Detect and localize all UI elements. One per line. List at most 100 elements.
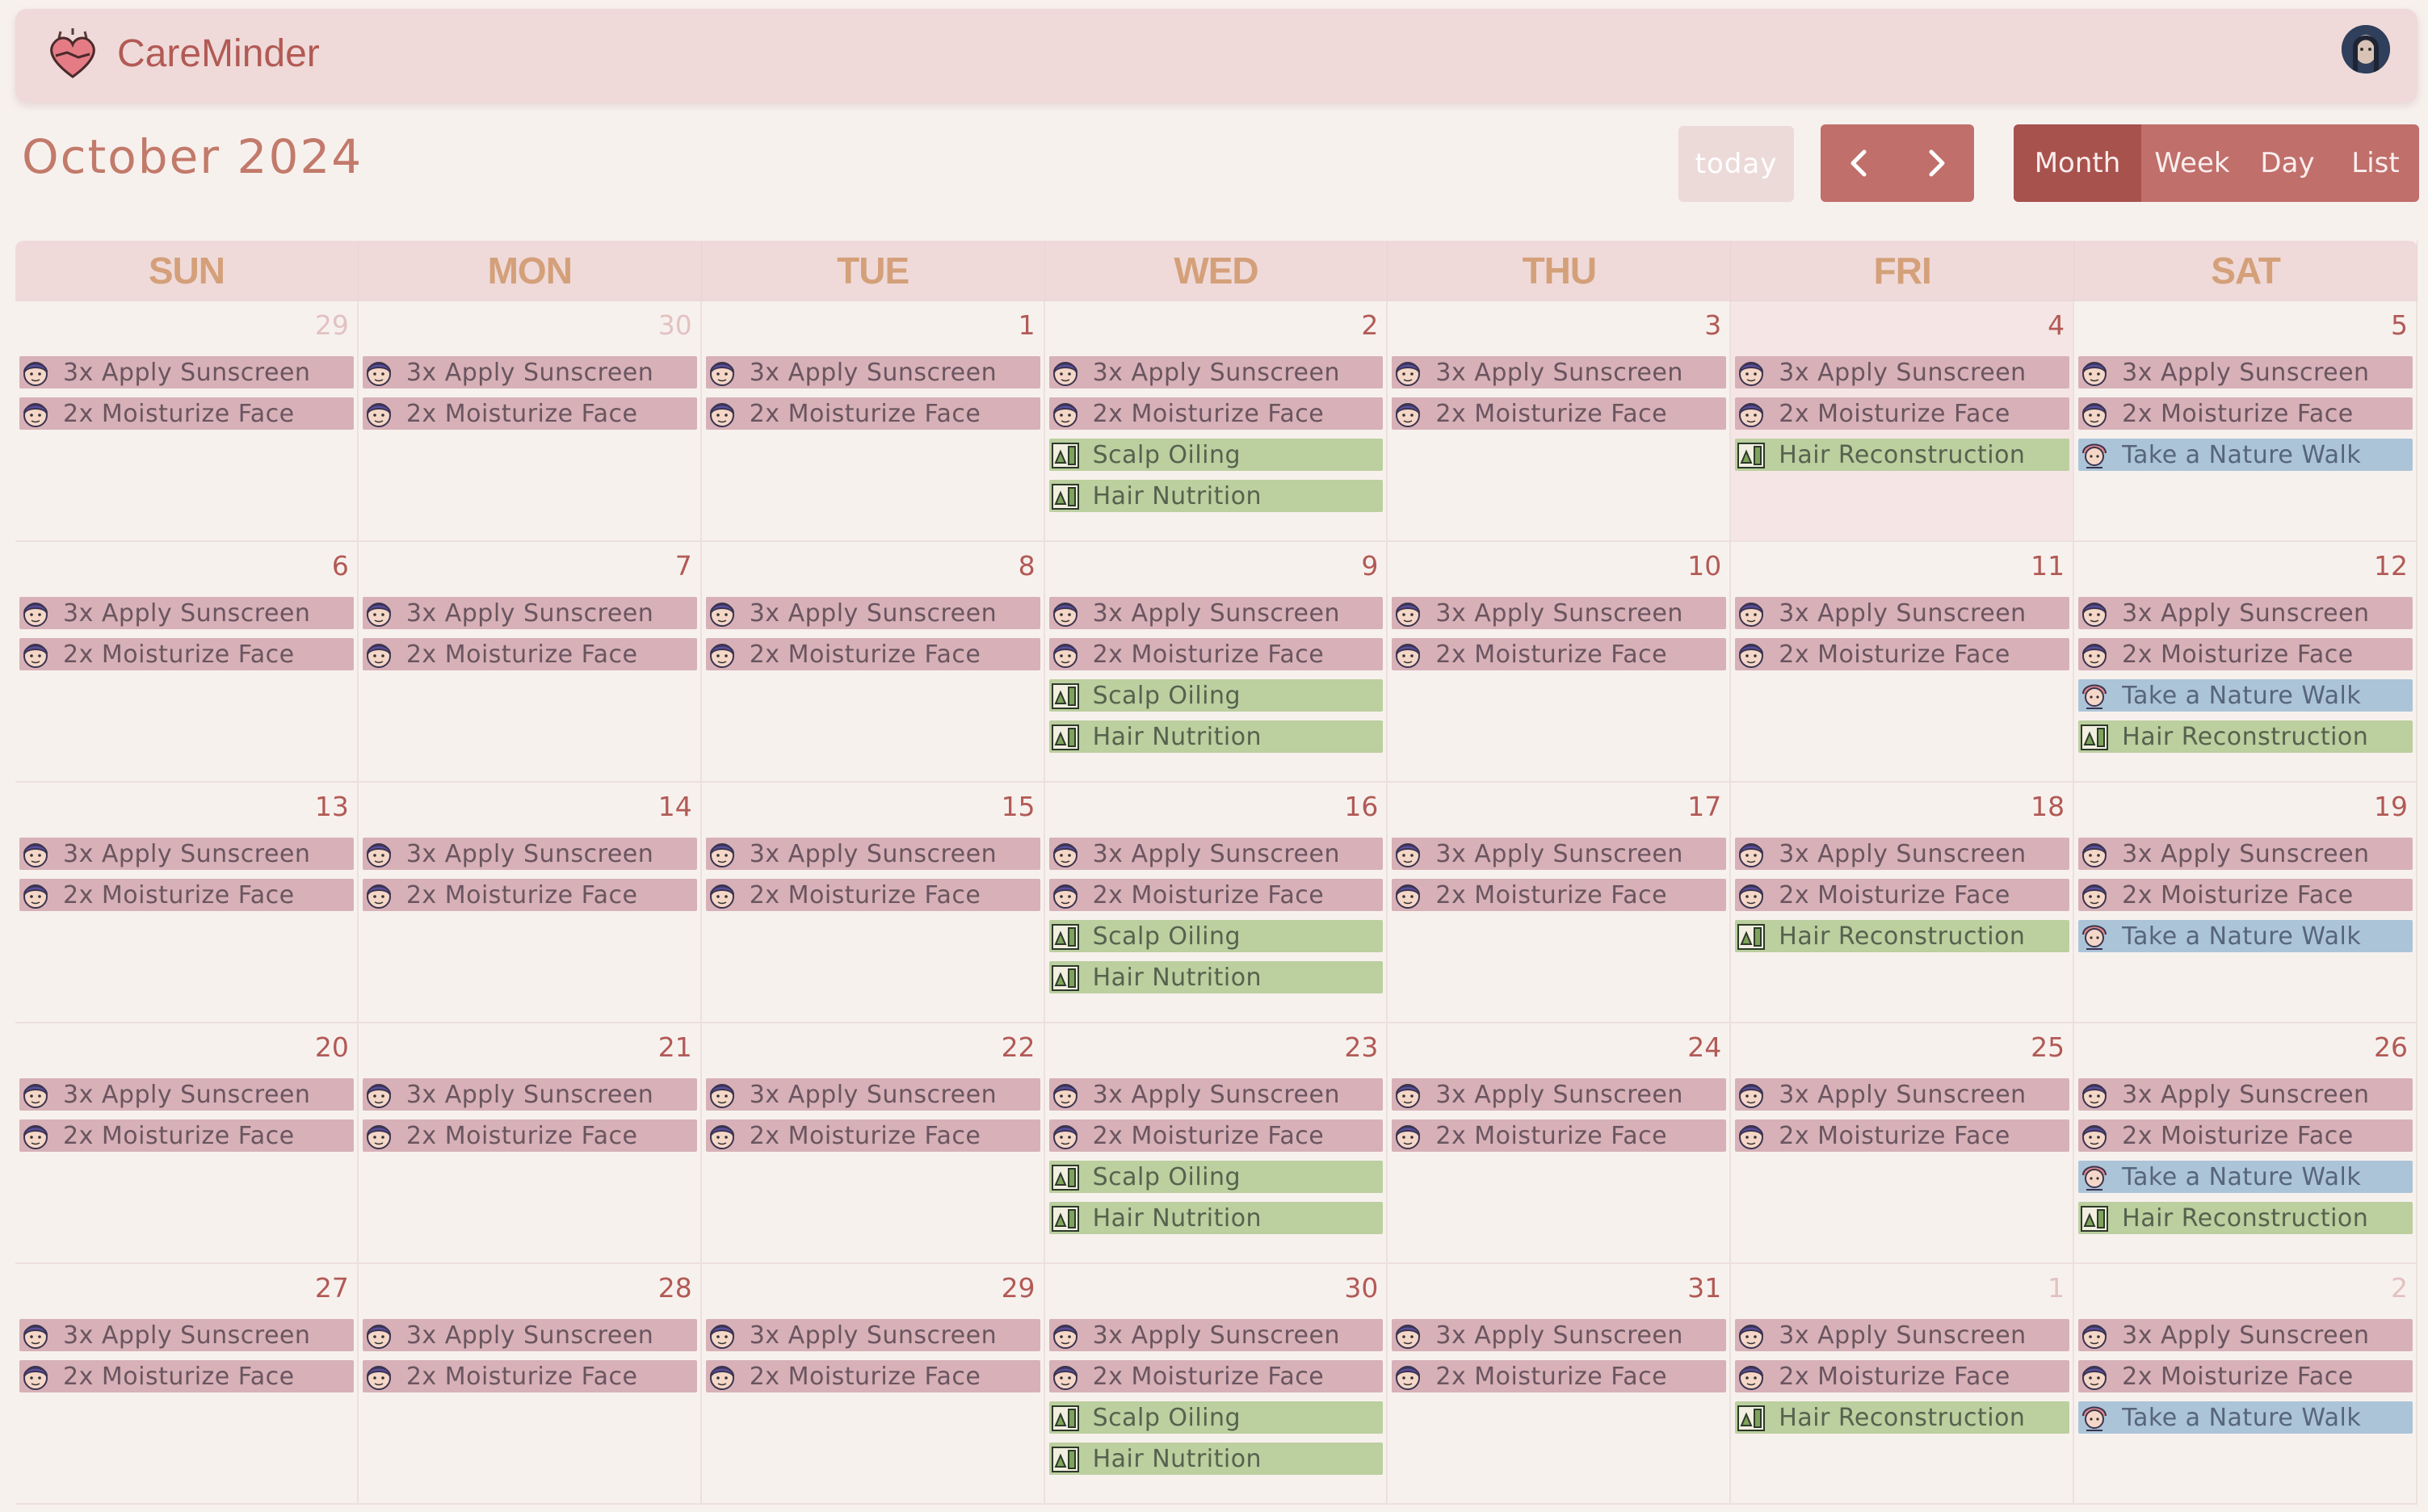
calendar-event[interactable]: 2x Moisturize Face: [1392, 1360, 1727, 1392]
day-cell[interactable]: 14 3x Apply Sunscreen 2x Moisturize Face: [358, 783, 702, 1023]
calendar-event[interactable]: 2x Moisturize Face: [705, 879, 1040, 911]
day-number[interactable]: 4: [2048, 309, 2065, 341]
calendar-event[interactable]: 3x Apply Sunscreen: [362, 1319, 697, 1351]
day-cell[interactable]: 15 3x Apply Sunscreen 2x Moisturize Face: [701, 783, 1045, 1023]
day-cell[interactable]: 6 3x Apply Sunscreen 2x Moisturize Face: [15, 542, 359, 783]
calendar-event[interactable]: 3x Apply Sunscreen: [2078, 838, 2413, 870]
calendar-event[interactable]: 3x Apply Sunscreen: [19, 1319, 354, 1351]
calendar-event[interactable]: 3x Apply Sunscreen: [19, 597, 354, 629]
day-number[interactable]: 8: [1019, 550, 1035, 582]
calendar-event[interactable]: 2x Moisturize Face: [362, 1360, 697, 1392]
day-cell[interactable]: 2 3x Apply Sunscreen 2x Moisturize Face Sca…: [1044, 301, 1388, 542]
day-number[interactable]: 24: [1687, 1031, 1721, 1063]
day-number[interactable]: 21: [658, 1031, 692, 1063]
calendar-event[interactable]: 3x Apply Sunscreen: [1048, 597, 1384, 629]
day-cell[interactable]: 9 3x Apply Sunscreen 2x Moisturize Face Sca…: [1044, 542, 1388, 783]
calendar-event[interactable]: 3x Apply Sunscreen: [1735, 597, 2070, 629]
day-cell[interactable]: 29 3x Apply Sunscreen 2x Moisturize Face: [15, 301, 359, 542]
day-cell[interactable]: 18 3x Apply Sunscreen 2x Moisturize Face Ha…: [1731, 783, 2075, 1023]
calendar-event[interactable]: 2x Moisturize Face: [362, 879, 697, 911]
day-cell[interactable]: 7 3x Apply Sunscreen 2x Moisturize Face: [358, 542, 702, 783]
calendar-event[interactable]: 2x Moisturize Face: [705, 1360, 1040, 1392]
calendar-event[interactable]: 2x Moisturize Face: [362, 397, 697, 430]
calendar-event[interactable]: Hair Nutrition: [1048, 1443, 1384, 1475]
calendar-event[interactable]: Take a Nature Walk: [2078, 1401, 2413, 1434]
calendar-event[interactable]: 3x Apply Sunscreen: [19, 1078, 354, 1111]
calendar-event[interactable]: 3x Apply Sunscreen: [1735, 1319, 2070, 1351]
day-number[interactable]: 20: [315, 1031, 349, 1063]
calendar-event[interactable]: Hair Reconstruction: [2078, 720, 2413, 753]
day-cell[interactable]: 29 3x Apply Sunscreen 2x Moisturize Face: [701, 1264, 1045, 1505]
day-number[interactable]: 5: [2391, 309, 2408, 341]
calendar-event[interactable]: Take a Nature Walk: [2078, 1161, 2413, 1193]
calendar-event[interactable]: 3x Apply Sunscreen: [705, 356, 1040, 388]
calendar-event[interactable]: 3x Apply Sunscreen: [1735, 356, 2070, 388]
day-cell[interactable]: 31 3x Apply Sunscreen 2x Moisturize Face: [1388, 1264, 1732, 1505]
calendar-event[interactable]: 2x Moisturize Face: [1735, 397, 2070, 430]
day-cell[interactable]: 5 3x Apply Sunscreen 2x Moisturize Face Tak…: [2074, 301, 2417, 542]
day-number[interactable]: 28: [658, 1272, 692, 1304]
calendar-event[interactable]: 3x Apply Sunscreen: [362, 597, 697, 629]
calendar-event[interactable]: 2x Moisturize Face: [1735, 879, 2070, 911]
day-number[interactable]: 3: [1704, 309, 1721, 341]
day-cell[interactable]: 8 3x Apply Sunscreen 2x Moisturize Face: [701, 542, 1045, 783]
day-cell[interactable]: 30 3x Apply Sunscreen 2x Moisturize Face Sc…: [1044, 1264, 1388, 1505]
day-cell[interactable]: 3 3x Apply Sunscreen 2x Moisturize Face: [1388, 301, 1732, 542]
calendar-event[interactable]: Hair Reconstruction: [1735, 439, 2070, 471]
calendar-event[interactable]: 2x Moisturize Face: [1048, 638, 1384, 670]
calendar-event[interactable]: Hair Nutrition: [1048, 961, 1384, 993]
calendar-event[interactable]: 3x Apply Sunscreen: [705, 1078, 1040, 1111]
calendar-event[interactable]: 2x Moisturize Face: [1048, 397, 1384, 430]
day-cell[interactable]: 28 3x Apply Sunscreen 2x Moisturize Face: [358, 1264, 702, 1505]
day-number[interactable]: 30: [658, 309, 692, 341]
day-number[interactable]: 30: [1344, 1272, 1378, 1304]
calendar-event[interactable]: 2x Moisturize Face: [19, 879, 354, 911]
calendar-event[interactable]: 2x Moisturize Face: [2078, 1119, 2413, 1152]
calendar-event[interactable]: 2x Moisturize Face: [362, 1119, 697, 1152]
calendar-event[interactable]: 2x Moisturize Face: [705, 397, 1040, 430]
view-day-button[interactable]: Day: [2243, 124, 2332, 202]
day-number[interactable]: 26: [2374, 1031, 2408, 1063]
day-number[interactable]: 10: [1687, 550, 1721, 582]
day-number[interactable]: 23: [1344, 1031, 1378, 1063]
day-number[interactable]: 6: [332, 550, 349, 582]
calendar-event[interactable]: Scalp Oiling: [1048, 1161, 1384, 1193]
calendar-event[interactable]: Scalp Oiling: [1048, 679, 1384, 712]
calendar-event[interactable]: 3x Apply Sunscreen: [362, 356, 697, 388]
day-number[interactable]: 25: [2031, 1031, 2065, 1063]
calendar-event[interactable]: 2x Moisturize Face: [705, 1119, 1040, 1152]
calendar-event[interactable]: 3x Apply Sunscreen: [705, 1319, 1040, 1351]
day-cell[interactable]: 26 3x Apply Sunscreen 2x Moisturize Face Ta…: [2074, 1023, 2417, 1264]
day-cell[interactable]: 22 3x Apply Sunscreen 2x Moisturize Face: [701, 1023, 1045, 1264]
day-cell[interactable]: 1 3x Apply Sunscreen 2x Moisturize Face Hai…: [1731, 1264, 2075, 1505]
day-cell[interactable]: 4 3x Apply Sunscreen 2x Moisturize Face Hai…: [1731, 301, 2075, 542]
calendar-event[interactable]: 3x Apply Sunscreen: [1048, 1319, 1384, 1351]
app-title[interactable]: CareMinder: [117, 32, 320, 76]
calendar-event[interactable]: 3x Apply Sunscreen: [1048, 838, 1384, 870]
calendar-event[interactable]: 3x Apply Sunscreen: [1392, 1319, 1727, 1351]
calendar-event[interactable]: Hair Nutrition: [1048, 480, 1384, 512]
calendar-event[interactable]: Hair Reconstruction: [1735, 1401, 2070, 1434]
calendar-event[interactable]: 2x Moisturize Face: [1392, 638, 1727, 670]
day-number[interactable]: 29: [315, 309, 349, 341]
calendar-event[interactable]: 2x Moisturize Face: [19, 397, 354, 430]
day-number[interactable]: 12: [2374, 550, 2408, 582]
user-avatar[interactable]: [2342, 25, 2390, 74]
calendar-event[interactable]: 2x Moisturize Face: [1735, 1119, 2070, 1152]
calendar-event[interactable]: Hair Nutrition: [1048, 1202, 1384, 1234]
day-number[interactable]: 11: [2031, 550, 2065, 582]
day-number[interactable]: 18: [2031, 791, 2065, 822]
day-cell[interactable]: 16 3x Apply Sunscreen 2x Moisturize Face Sc…: [1044, 783, 1388, 1023]
calendar-event[interactable]: 2x Moisturize Face: [1048, 879, 1384, 911]
calendar-event[interactable]: 3x Apply Sunscreen: [1392, 838, 1727, 870]
day-number[interactable]: 1: [1019, 309, 1035, 341]
day-number[interactable]: 19: [2374, 791, 2408, 822]
day-number[interactable]: 1: [2048, 1272, 2065, 1304]
calendar-event[interactable]: 3x Apply Sunscreen: [1392, 597, 1727, 629]
calendar-event[interactable]: 2x Moisturize Face: [1735, 1360, 2070, 1392]
calendar-event[interactable]: 2x Moisturize Face: [1392, 879, 1727, 911]
day-number[interactable]: 14: [658, 791, 692, 822]
day-cell[interactable]: 27 3x Apply Sunscreen 2x Moisturize Face: [15, 1264, 359, 1505]
day-number[interactable]: 29: [1002, 1272, 1035, 1304]
day-number[interactable]: 31: [1687, 1272, 1721, 1304]
